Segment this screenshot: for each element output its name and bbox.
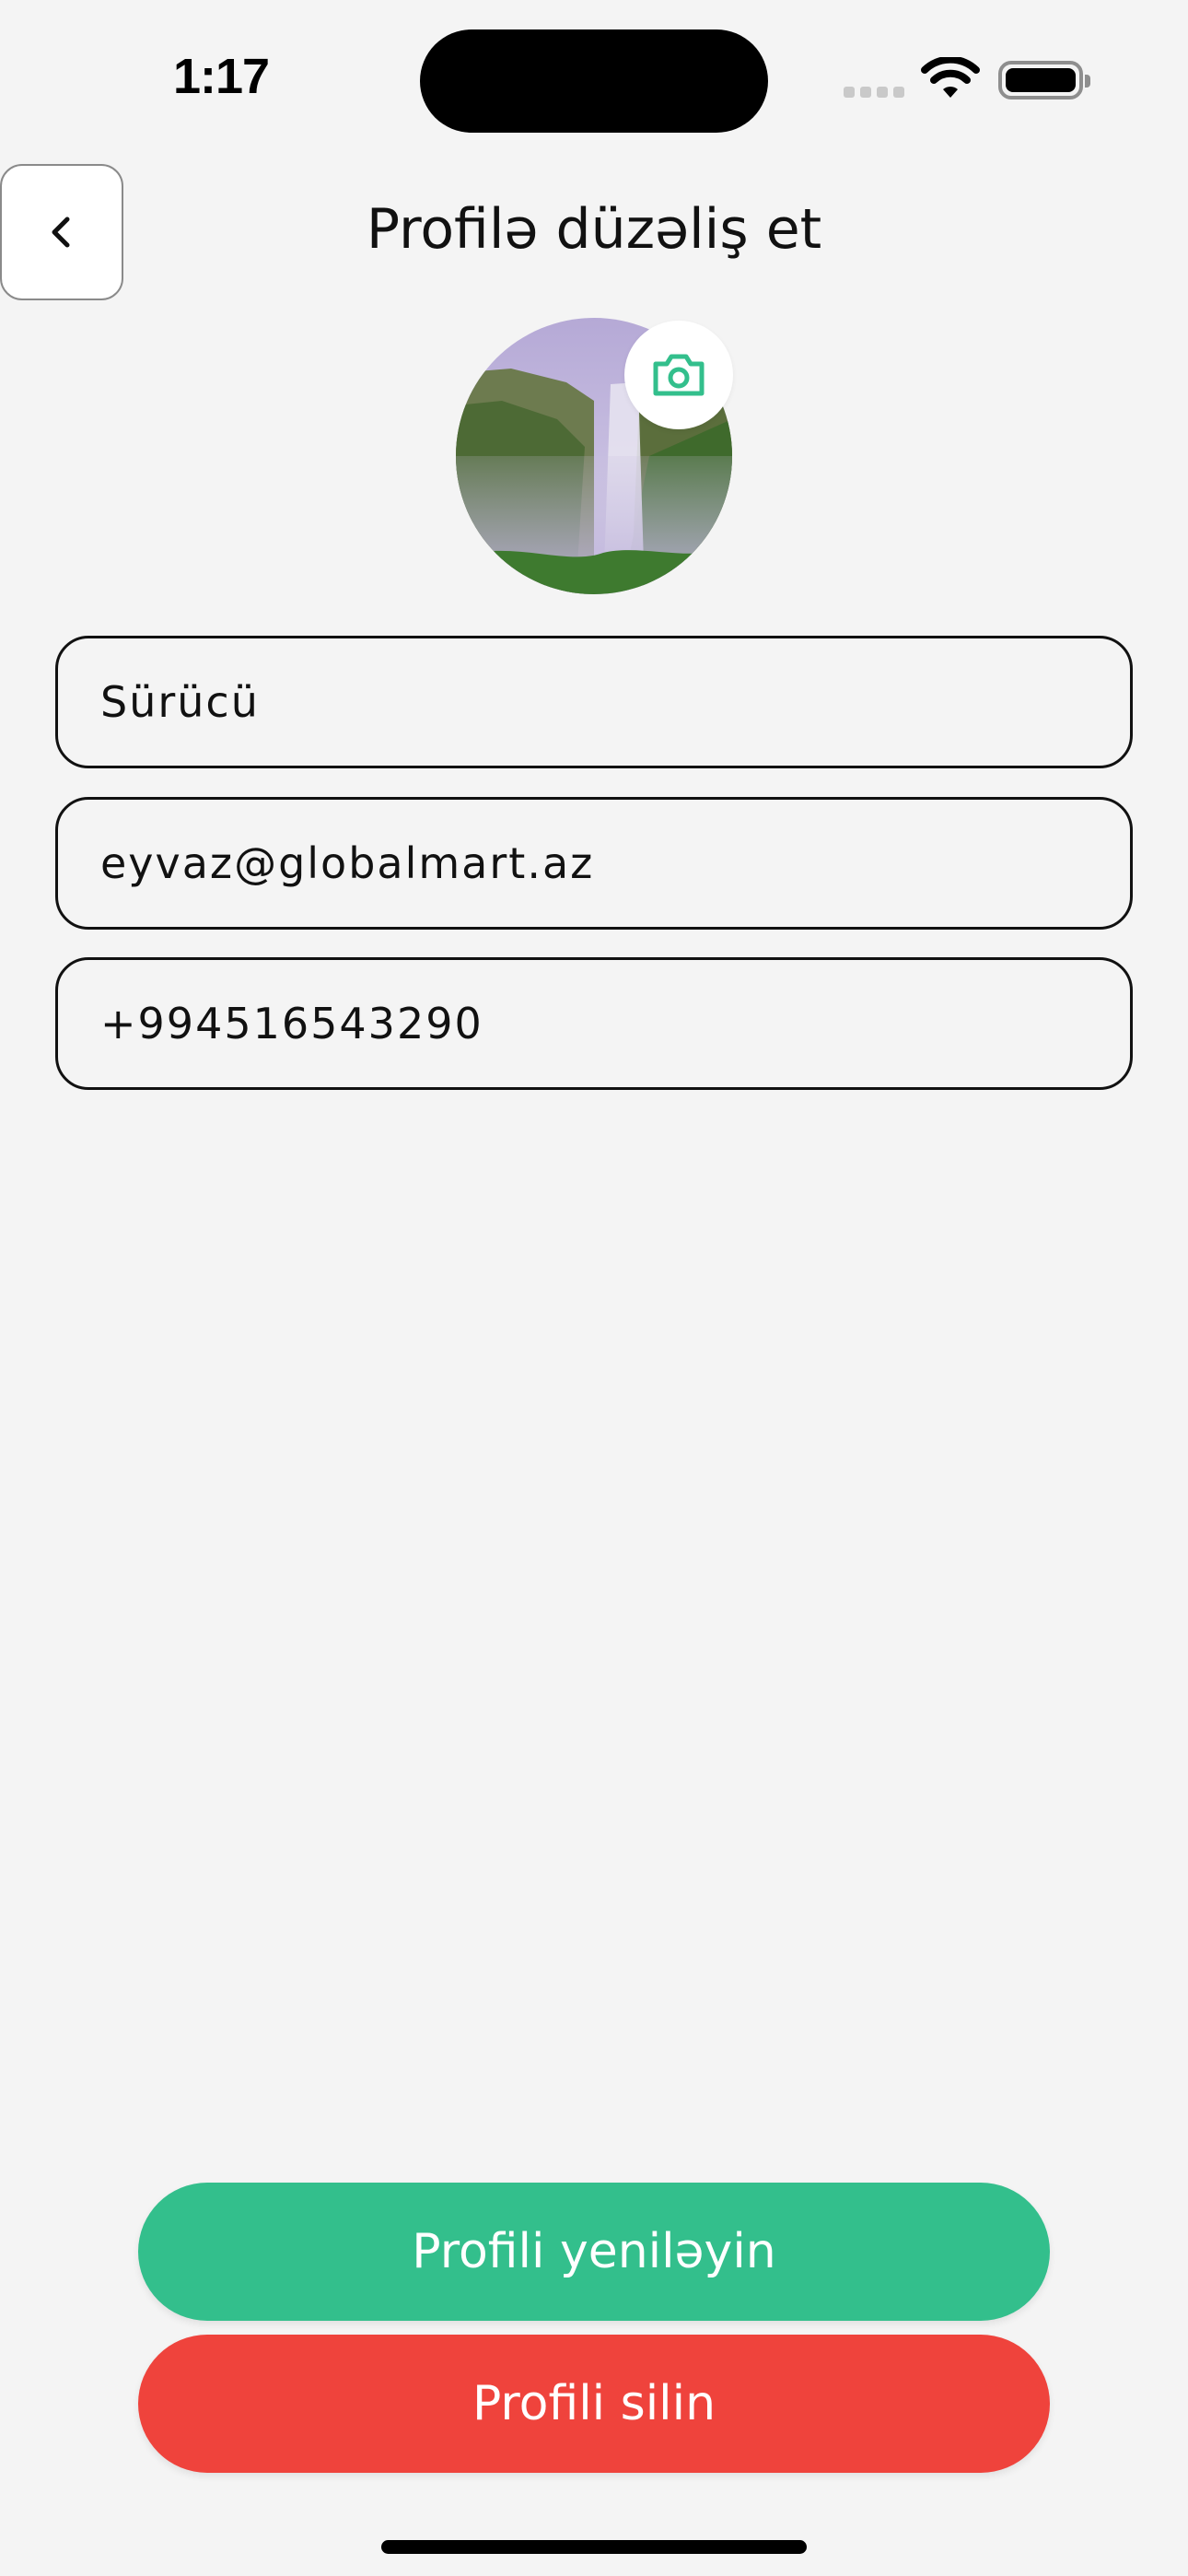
wifi-icon — [921, 57, 980, 98]
name-field[interactable] — [55, 636, 1133, 768]
home-indicator — [381, 2540, 807, 2554]
phone-field[interactable] — [55, 957, 1133, 1090]
cellular-signal-icon — [844, 87, 904, 98]
email-field[interactable] — [55, 797, 1133, 930]
camera-icon — [653, 354, 705, 396]
update-profile-button[interactable]: Profili yeniləyin — [138, 2183, 1050, 2321]
status-time: 1:17 — [173, 49, 270, 104]
change-photo-button[interactable] — [624, 321, 733, 429]
battery-icon — [998, 61, 1090, 100]
delete-profile-button[interactable]: Profili silin — [138, 2335, 1050, 2473]
page-title: Profilə düzəliş et — [366, 197, 822, 262]
dynamic-island — [420, 29, 768, 133]
